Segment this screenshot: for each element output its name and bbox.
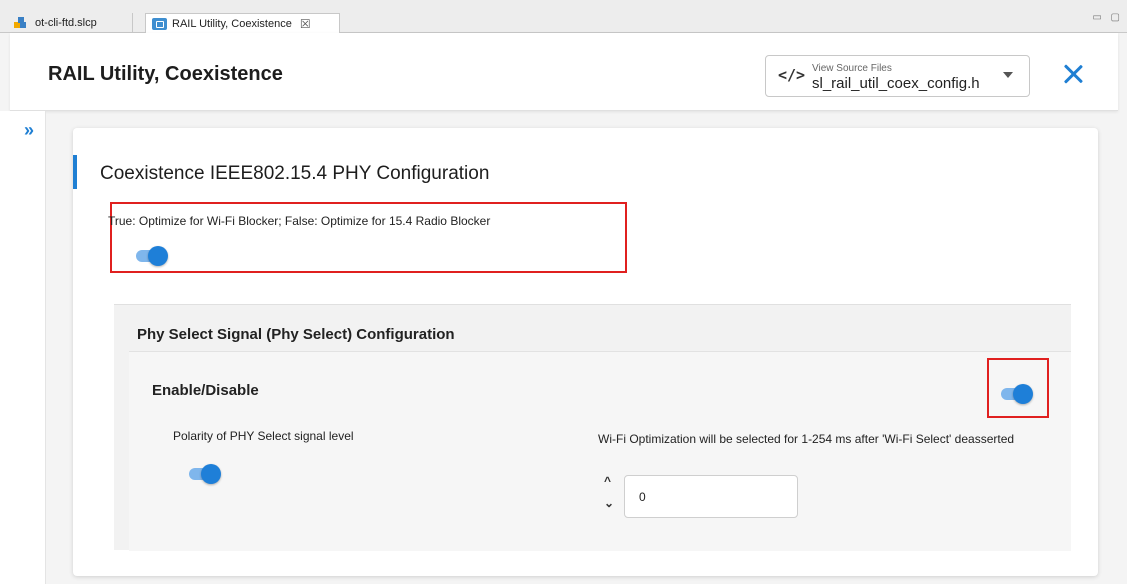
window-controls[interactable]: ▭ ▢ — [1092, 12, 1123, 23]
highlight-box — [110, 202, 627, 273]
optimize-toggle[interactable] — [136, 246, 168, 266]
editor-tab-bar: ot-cli-ftd.slcp RAIL Utility, Coexistenc… — [0, 0, 1127, 34]
section-title: Coexistence IEEE802.15.4 PHY Configurati… — [100, 163, 490, 184]
stepper-down-icon[interactable]: ⌄ — [604, 496, 614, 510]
source-files-caption: View Source Files — [812, 63, 892, 74]
project-icon — [14, 17, 30, 29]
left-sidebar — [0, 111, 46, 584]
page-title: RAIL Utility, Coexistence — [48, 63, 283, 85]
polarity-toggle[interactable] — [189, 464, 221, 484]
tab-ot-cli-ftd[interactable]: ot-cli-ftd.slcp — [8, 13, 133, 33]
tab-close-icon[interactable]: ☒ — [300, 17, 311, 31]
source-file-selected: sl_rail_util_coex_config.h — [812, 75, 980, 92]
phy-select-section: Phy Select Signal (Phy Select) Configura… — [114, 304, 1071, 551]
view-source-files-dropdown[interactable]: </> View Source Files sl_rail_util_coex_… — [765, 55, 1030, 97]
number-stepper[interactable]: ^ ⌄ — [604, 474, 618, 518]
chevron-down-icon — [1003, 72, 1013, 78]
tab-label: ot-cli-ftd.slcp — [35, 17, 97, 29]
code-icon: </> — [778, 66, 806, 84]
tab-label: RAIL Utility, Coexistence — [172, 18, 292, 30]
section-accent-bar — [73, 155, 77, 189]
wifi-optimization-label: Wi-Fi Optimization will be selected for … — [598, 432, 1015, 446]
expand-sidebar-icon[interactable]: » — [24, 120, 34, 141]
optimize-option-label: True: Optimize for Wi-Fi Blocker; False:… — [108, 214, 491, 228]
tab-rail-utility-coexistence[interactable]: RAIL Utility, Coexistence ☒ — [145, 13, 340, 34]
phy-select-panel: Enable/Disable Polarity of PHY Select si… — [129, 351, 1071, 551]
configuration-card: Coexistence IEEE802.15.4 PHY Configurati… — [73, 128, 1098, 576]
enable-disable-label: Enable/Disable — [152, 382, 259, 399]
close-icon[interactable] — [1060, 62, 1086, 88]
phy-select-title: Phy Select Signal (Phy Select) Configura… — [137, 326, 455, 343]
component-icon — [152, 18, 167, 30]
wifi-optimization-input[interactable]: 0 — [624, 475, 798, 518]
enable-disable-toggle[interactable] — [1001, 384, 1033, 404]
polarity-label: Polarity of PHY Select signal level — [173, 429, 354, 443]
stepper-up-icon[interactable]: ^ — [604, 474, 611, 488]
component-header: RAIL Utility, Coexistence </> View Sourc… — [10, 33, 1118, 111]
